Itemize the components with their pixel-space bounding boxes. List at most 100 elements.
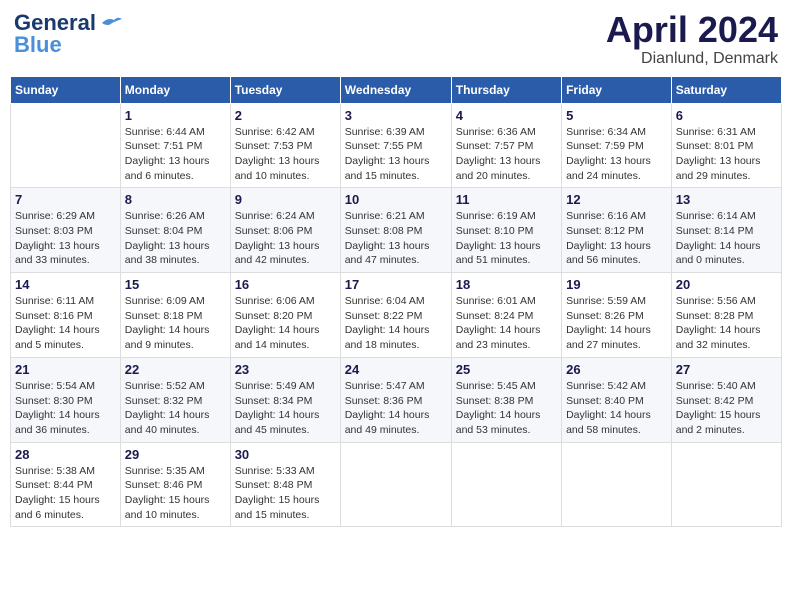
- calendar-week-row: 21 Sunrise: 5:54 AMSunset: 8:30 PMDayligh…: [11, 357, 782, 442]
- day-info: Sunrise: 6:09 AMSunset: 8:18 PMDaylight:…: [125, 294, 226, 353]
- weekday-header: Friday: [562, 76, 672, 103]
- weekday-header: Tuesday: [230, 76, 340, 103]
- calendar-week-row: 7 Sunrise: 6:29 AMSunset: 8:03 PMDaylight…: [11, 188, 782, 273]
- calendar-cell: 19 Sunrise: 5:59 AMSunset: 8:26 PMDayligh…: [562, 273, 672, 358]
- calendar-cell: 23 Sunrise: 5:49 AMSunset: 8:34 PMDayligh…: [230, 357, 340, 442]
- calendar-cell: 22 Sunrise: 5:52 AMSunset: 8:32 PMDayligh…: [120, 357, 230, 442]
- day-info: Sunrise: 5:54 AMSunset: 8:30 PMDaylight:…: [15, 379, 116, 438]
- day-info: Sunrise: 6:16 AMSunset: 8:12 PMDaylight:…: [566, 209, 667, 268]
- day-info: Sunrise: 6:26 AMSunset: 8:04 PMDaylight:…: [125, 209, 226, 268]
- day-info: Sunrise: 6:14 AMSunset: 8:14 PMDaylight:…: [676, 209, 777, 268]
- day-number: 2: [235, 108, 336, 123]
- day-info: Sunrise: 6:04 AMSunset: 8:22 PMDaylight:…: [345, 294, 447, 353]
- logo: General Blue: [14, 10, 122, 58]
- calendar-table: SundayMondayTuesdayWednesdayThursdayFrid…: [10, 76, 782, 528]
- day-number: 7: [15, 192, 116, 207]
- calendar-cell: 30 Sunrise: 5:33 AMSunset: 8:48 PMDayligh…: [230, 442, 340, 527]
- logo-bird-icon: [100, 15, 122, 31]
- day-number: 8: [125, 192, 226, 207]
- day-number: 27: [676, 362, 777, 377]
- calendar-cell: 3 Sunrise: 6:39 AMSunset: 7:55 PMDaylight…: [340, 103, 451, 188]
- weekday-header: Monday: [120, 76, 230, 103]
- day-number: 28: [15, 447, 116, 462]
- day-number: 3: [345, 108, 447, 123]
- day-number: 20: [676, 277, 777, 292]
- calendar-cell: 4 Sunrise: 6:36 AMSunset: 7:57 PMDaylight…: [451, 103, 561, 188]
- day-number: 30: [235, 447, 336, 462]
- calendar-cell: 18 Sunrise: 6:01 AMSunset: 8:24 PMDayligh…: [451, 273, 561, 358]
- calendar-cell: [340, 442, 451, 527]
- day-info: Sunrise: 6:42 AMSunset: 7:53 PMDaylight:…: [235, 125, 336, 184]
- day-info: Sunrise: 6:06 AMSunset: 8:20 PMDaylight:…: [235, 294, 336, 353]
- day-number: 21: [15, 362, 116, 377]
- day-info: Sunrise: 6:34 AMSunset: 7:59 PMDaylight:…: [566, 125, 667, 184]
- weekday-header: Thursday: [451, 76, 561, 103]
- location: Dianlund, Denmark: [606, 50, 778, 68]
- calendar-cell: 15 Sunrise: 6:09 AMSunset: 8:18 PMDayligh…: [120, 273, 230, 358]
- day-number: 16: [235, 277, 336, 292]
- calendar-cell: 24 Sunrise: 5:47 AMSunset: 8:36 PMDayligh…: [340, 357, 451, 442]
- day-number: 18: [456, 277, 557, 292]
- day-number: 9: [235, 192, 336, 207]
- day-number: 10: [345, 192, 447, 207]
- calendar-cell: 17 Sunrise: 6:04 AMSunset: 8:22 PMDayligh…: [340, 273, 451, 358]
- day-number: 12: [566, 192, 667, 207]
- day-number: 24: [345, 362, 447, 377]
- day-info: Sunrise: 5:47 AMSunset: 8:36 PMDaylight:…: [345, 379, 447, 438]
- calendar-cell: 21 Sunrise: 5:54 AMSunset: 8:30 PMDayligh…: [11, 357, 121, 442]
- day-info: Sunrise: 5:45 AMSunset: 8:38 PMDaylight:…: [456, 379, 557, 438]
- day-info: Sunrise: 5:49 AMSunset: 8:34 PMDaylight:…: [235, 379, 336, 438]
- day-info: Sunrise: 5:40 AMSunset: 8:42 PMDaylight:…: [676, 379, 777, 438]
- calendar-cell: [562, 442, 672, 527]
- day-info: Sunrise: 6:29 AMSunset: 8:03 PMDaylight:…: [15, 209, 116, 268]
- day-info: Sunrise: 5:38 AMSunset: 8:44 PMDaylight:…: [15, 464, 116, 523]
- calendar-cell: 25 Sunrise: 5:45 AMSunset: 8:38 PMDayligh…: [451, 357, 561, 442]
- day-number: 17: [345, 277, 447, 292]
- day-number: 13: [676, 192, 777, 207]
- weekday-header: Saturday: [671, 76, 781, 103]
- day-info: Sunrise: 6:01 AMSunset: 8:24 PMDaylight:…: [456, 294, 557, 353]
- weekday-header: Sunday: [11, 76, 121, 103]
- calendar-cell: 16 Sunrise: 6:06 AMSunset: 8:20 PMDayligh…: [230, 273, 340, 358]
- calendar-cell: 2 Sunrise: 6:42 AMSunset: 7:53 PMDaylight…: [230, 103, 340, 188]
- title-area: April 2024 Dianlund, Denmark: [606, 10, 778, 68]
- day-info: Sunrise: 6:11 AMSunset: 8:16 PMDaylight:…: [15, 294, 116, 353]
- month-title: April 2024: [606, 10, 778, 50]
- day-number: 22: [125, 362, 226, 377]
- day-info: Sunrise: 5:33 AMSunset: 8:48 PMDaylight:…: [235, 464, 336, 523]
- calendar-cell: 1Sunrise: 6:44 AMSunset: 7:51 PMDaylight…: [120, 103, 230, 188]
- day-info: Sunrise: 6:21 AMSunset: 8:08 PMDaylight:…: [345, 209, 447, 268]
- day-number: 4: [456, 108, 557, 123]
- day-number: 14: [15, 277, 116, 292]
- day-number: 15: [125, 277, 226, 292]
- calendar-header-row: SundayMondayTuesdayWednesdayThursdayFrid…: [11, 76, 782, 103]
- logo-text-blue: Blue: [14, 32, 62, 58]
- calendar-cell: [451, 442, 561, 527]
- day-info: Sunrise: 6:31 AMSunset: 8:01 PMDaylight:…: [676, 125, 777, 184]
- calendar-week-row: 28 Sunrise: 5:38 AMSunset: 8:44 PMDayligh…: [11, 442, 782, 527]
- calendar-cell: 13 Sunrise: 6:14 AMSunset: 8:14 PMDayligh…: [671, 188, 781, 273]
- day-info: Sunrise: 6:39 AMSunset: 7:55 PMDaylight:…: [345, 125, 447, 184]
- day-number: 19: [566, 277, 667, 292]
- calendar-cell: 14 Sunrise: 6:11 AMSunset: 8:16 PMDayligh…: [11, 273, 121, 358]
- day-number: 6: [676, 108, 777, 123]
- day-number: 25: [456, 362, 557, 377]
- calendar-cell: 29Sunrise: 5:35 AMSunset: 8:46 PMDayligh…: [120, 442, 230, 527]
- day-number: 23: [235, 362, 336, 377]
- calendar-cell: 27 Sunrise: 5:40 AMSunset: 8:42 PMDayligh…: [671, 357, 781, 442]
- day-info: Sunrise: 6:36 AMSunset: 7:57 PMDaylight:…: [456, 125, 557, 184]
- calendar-cell: 9Sunrise: 6:24 AMSunset: 8:06 PMDaylight…: [230, 188, 340, 273]
- calendar-cell: 8 Sunrise: 6:26 AMSunset: 8:04 PMDaylight…: [120, 188, 230, 273]
- day-info: Sunrise: 5:59 AMSunset: 8:26 PMDaylight:…: [566, 294, 667, 353]
- calendar-week-row: 1Sunrise: 6:44 AMSunset: 7:51 PMDaylight…: [11, 103, 782, 188]
- calendar-cell: 26Sunrise: 5:42 AMSunset: 8:40 PMDayligh…: [562, 357, 672, 442]
- weekday-header: Wednesday: [340, 76, 451, 103]
- day-info: Sunrise: 5:52 AMSunset: 8:32 PMDaylight:…: [125, 379, 226, 438]
- calendar-cell: [671, 442, 781, 527]
- day-info: Sunrise: 6:44 AMSunset: 7:51 PMDaylight:…: [125, 125, 226, 184]
- day-number: 5: [566, 108, 667, 123]
- calendar-cell: 5 Sunrise: 6:34 AMSunset: 7:59 PMDaylight…: [562, 103, 672, 188]
- calendar-cell: 11Sunrise: 6:19 AMSunset: 8:10 PMDayligh…: [451, 188, 561, 273]
- day-info: Sunrise: 5:56 AMSunset: 8:28 PMDaylight:…: [676, 294, 777, 353]
- calendar-cell: 28 Sunrise: 5:38 AMSunset: 8:44 PMDayligh…: [11, 442, 121, 527]
